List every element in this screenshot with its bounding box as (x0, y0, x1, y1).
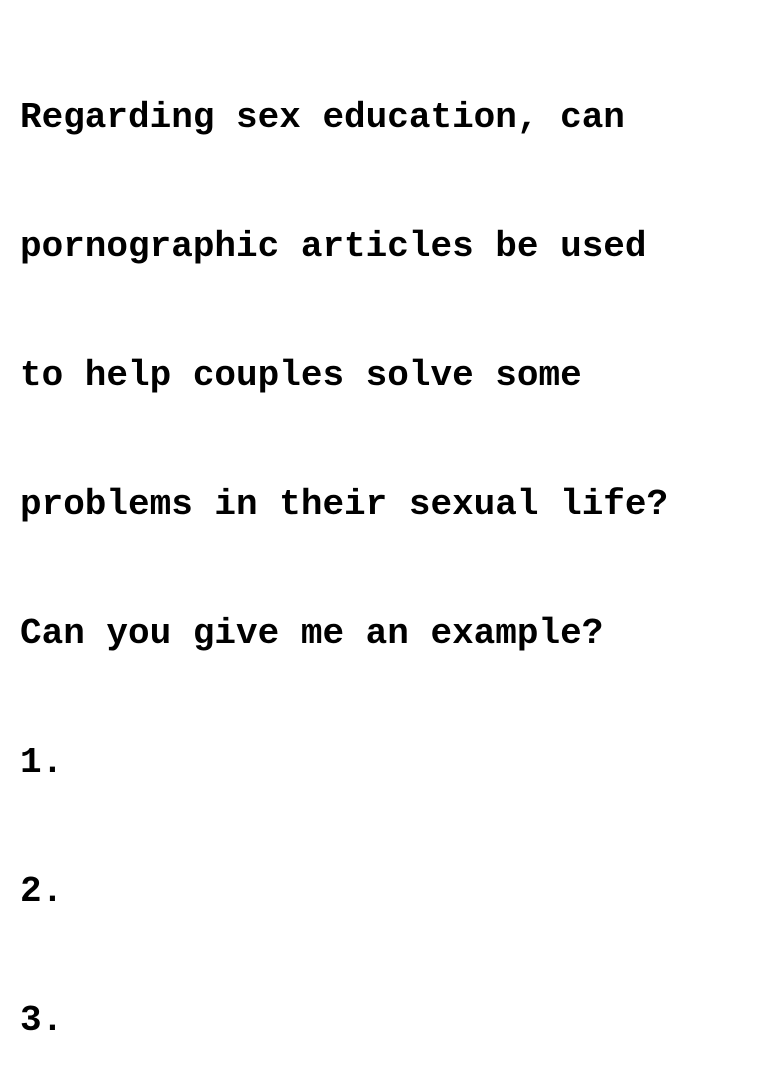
text-line: Regarding sex education, can (20, 97, 625, 138)
list-item-1: 1. (20, 742, 64, 783)
text-line: problems in their sexual life? (20, 484, 669, 525)
document-text: Regarding sex education, can pornographi… (20, 10, 750, 1085)
text-line: Can you give me an example? (20, 613, 604, 654)
list-item-2: 2. (20, 871, 64, 912)
text-line: pornographic articles be used (20, 226, 647, 267)
list-item-3: 3. (20, 1000, 64, 1041)
text-line: to help couples solve some (20, 355, 582, 396)
